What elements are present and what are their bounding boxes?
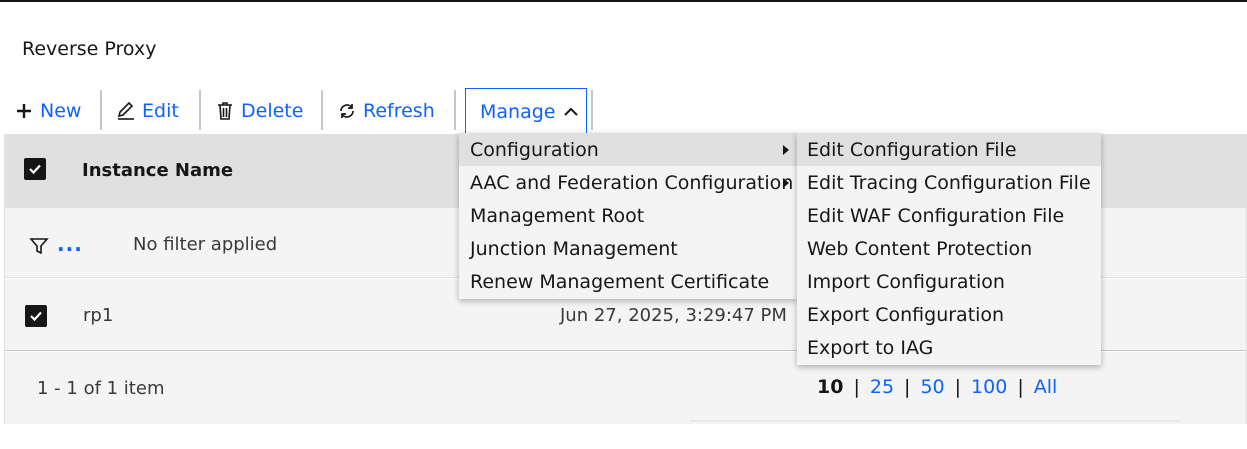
- page-size-option[interactable]: 100: [971, 376, 1007, 398]
- instance-name-cell: rp1: [83, 305, 114, 326]
- configuration-submenu: Edit Configuration File Edit Tracing Con…: [797, 133, 1101, 365]
- menu-item-aac-federation-configuration[interactable]: AAC and Federation Configuration: [459, 166, 797, 199]
- delete-button-label: Delete: [241, 100, 304, 122]
- page-size-divider: |: [1017, 376, 1024, 398]
- edit-icon: [116, 101, 136, 121]
- caret-right-icon: [783, 178, 789, 188]
- page-size-divider: |: [954, 376, 962, 398]
- trash-icon: [215, 101, 235, 121]
- menu-item-label: Management Root: [470, 204, 645, 227]
- toolbar-divider: [100, 90, 102, 130]
- menu-item-edit-configuration-file[interactable]: Edit Configuration File: [797, 133, 1101, 166]
- toolbar-divider: [454, 90, 456, 130]
- menu-item-label: AAC and Federation Configuration: [470, 171, 794, 194]
- filter-icon[interactable]: [29, 236, 49, 256]
- edit-button[interactable]: Edit: [116, 88, 179, 134]
- page-title: Reverse Proxy: [22, 38, 157, 60]
- toolbar: New Edit Delete Refresh Manage: [0, 88, 600, 134]
- checkmark-icon: [29, 164, 41, 175]
- filter-more-button[interactable]: ...: [57, 232, 83, 256]
- menu-item-junction-management[interactable]: Junction Management: [459, 232, 797, 265]
- menu-item-label: Configuration: [470, 138, 599, 161]
- menu-item-export-to-iag[interactable]: Export to IAG: [797, 331, 1101, 364]
- new-button[interactable]: New: [14, 88, 81, 134]
- menu-item-label: Junction Management: [470, 237, 678, 260]
- menu-item-web-content-protection[interactable]: Web Content Protection: [797, 232, 1101, 265]
- menu-item-management-root[interactable]: Management Root: [459, 199, 797, 232]
- menu-item-configuration[interactable]: Configuration: [459, 133, 797, 166]
- delete-button[interactable]: Delete: [215, 88, 303, 134]
- date-cell: Jun 27, 2025, 3:29:47 PM: [560, 305, 787, 326]
- page-size-option[interactable]: All: [1034, 376, 1058, 398]
- manage-menu: Configuration AAC and Federation Configu…: [459, 133, 797, 299]
- menu-item-import-configuration[interactable]: Import Configuration: [797, 265, 1101, 298]
- pagination-count: 1 - 1 of 1 item: [37, 378, 165, 399]
- menu-item-edit-tracing-configuration-file[interactable]: Edit Tracing Configuration File: [797, 166, 1101, 199]
- divider: [690, 420, 1180, 422]
- toolbar-divider: [199, 90, 201, 130]
- checkmark-icon: [30, 311, 42, 322]
- new-button-label: New: [40, 100, 82, 122]
- caret-right-icon: [783, 145, 789, 155]
- toolbar-divider: [591, 90, 593, 130]
- filter-status: No filter applied: [133, 234, 278, 255]
- menu-item-edit-waf-configuration-file[interactable]: Edit WAF Configuration File: [797, 199, 1101, 232]
- plus-icon: [14, 101, 34, 121]
- row-checkbox[interactable]: [25, 305, 47, 327]
- page-size-option[interactable]: 25: [870, 376, 894, 398]
- menu-item-export-configuration[interactable]: Export Configuration: [797, 298, 1101, 331]
- menu-item-renew-management-certificate[interactable]: Renew Management Certificate: [459, 265, 797, 298]
- toolbar-divider: [321, 90, 323, 130]
- chevron-up-icon: [563, 106, 579, 118]
- column-header-instance-name[interactable]: Instance Name: [82, 160, 233, 181]
- refresh-icon: [337, 101, 357, 121]
- page-size-option[interactable]: 10: [817, 376, 843, 398]
- edit-button-label: Edit: [142, 100, 179, 122]
- menu-item-label: Renew Management Certificate: [470, 270, 770, 293]
- window-top-border: [0, 0, 1247, 2]
- select-all-checkbox[interactable]: [24, 158, 46, 180]
- manage-button-label: Manage: [480, 100, 556, 123]
- manage-button[interactable]: Manage: [465, 88, 587, 134]
- page-size-divider: |: [904, 376, 911, 398]
- refresh-button-label: Refresh: [363, 100, 435, 122]
- page-size-option[interactable]: 50: [920, 376, 944, 398]
- refresh-button[interactable]: Refresh: [337, 88, 435, 134]
- page-size-divider: |: [853, 376, 860, 398]
- page-size-selector: 10 | 25 | 50 | 100 | All: [817, 376, 1057, 398]
